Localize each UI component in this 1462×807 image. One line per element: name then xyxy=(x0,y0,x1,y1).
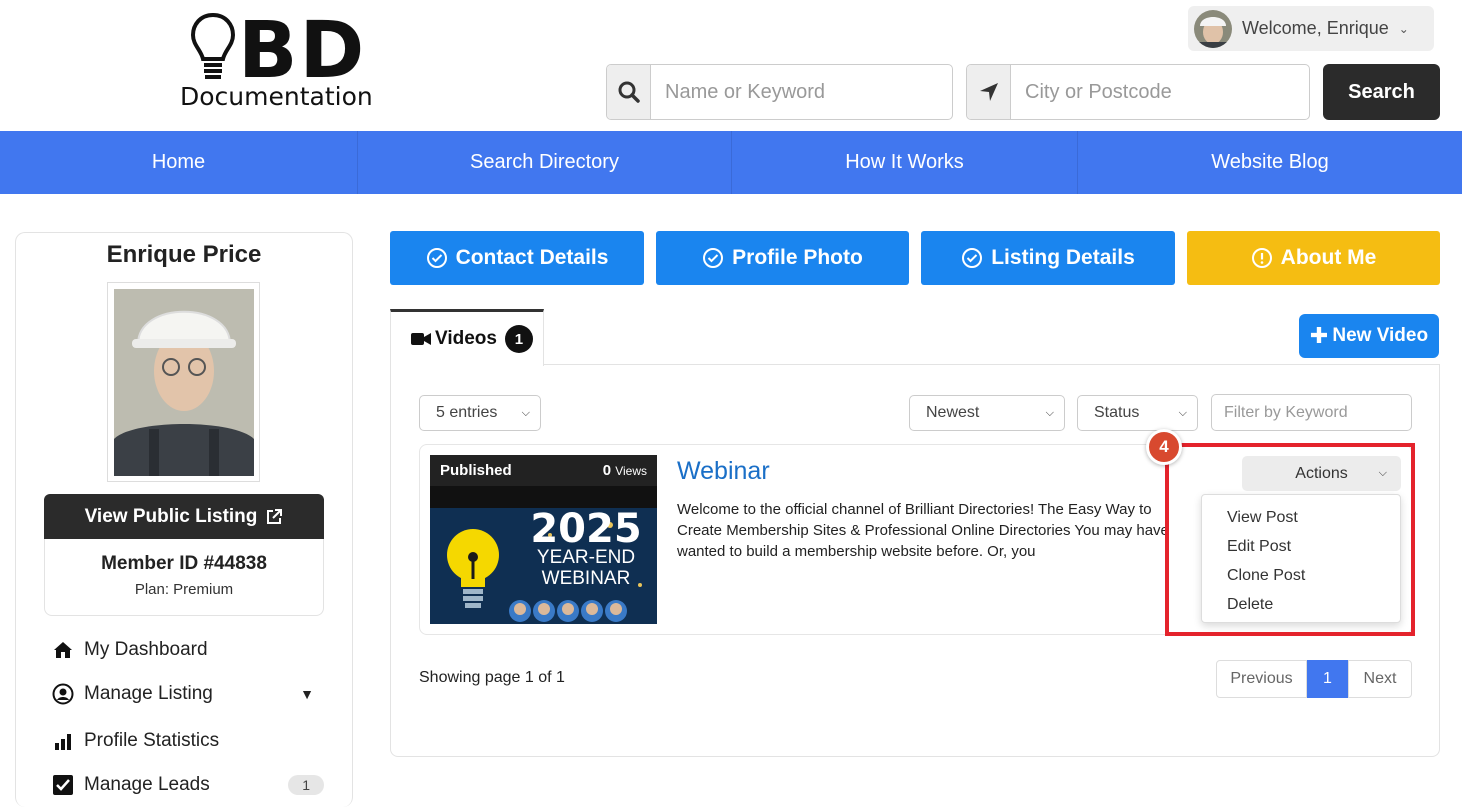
post-views: 0 Views xyxy=(603,462,647,479)
new-video-label: New Video xyxy=(1332,325,1429,346)
step-label: Profile Photo xyxy=(732,246,863,269)
tutorial-highlight-box xyxy=(1165,443,1415,636)
step-profile-photo-button[interactable]: Profile Photo xyxy=(656,231,909,285)
chevron-down-icon: ⌵ xyxy=(1045,406,1054,419)
logo-word: Documentation xyxy=(180,82,373,111)
post-title-link[interactable]: Webinar xyxy=(677,457,770,486)
sidebar-item-label: Manage Listing xyxy=(84,683,213,704)
thumbnail-line1: YEAR-END xyxy=(536,547,636,568)
sort-select-value: Newest xyxy=(926,404,980,421)
panel-divider xyxy=(544,364,1440,365)
home-icon xyxy=(52,639,74,661)
step-label: Listing Details xyxy=(991,246,1135,269)
nav-item-website-blog[interactable]: Website Blog xyxy=(1078,131,1462,194)
post-status-label: Published xyxy=(440,462,512,479)
leads-count-badge: 1 xyxy=(288,775,324,795)
thumbnail-dark-strip xyxy=(430,486,657,508)
external-link-icon xyxy=(267,508,283,524)
step-label: About Me xyxy=(1280,246,1377,269)
view-public-label: View Public Listing xyxy=(84,505,258,527)
sidebar-item-manage-leads[interactable]: Manage Leads 1 xyxy=(52,774,324,796)
sidebar-item-manage-listing[interactable]: Manage Listing ▼ xyxy=(52,683,324,705)
new-video-button[interactable]: ✚ New Video xyxy=(1299,314,1439,358)
member-info: Member ID #44838 Plan: Premium xyxy=(44,539,324,616)
sidebar-item-profile-statistics[interactable]: Profile Statistics xyxy=(52,730,324,752)
filter-keyword-input[interactable] xyxy=(1211,394,1412,431)
user-menu[interactable]: Welcome, Enrique ⌄ xyxy=(1188,6,1434,51)
exclamation-circle-icon xyxy=(1251,248,1272,268)
city-search-input[interactable] xyxy=(1011,65,1309,119)
welcome-text: Welcome, Enrique xyxy=(1242,18,1389,38)
profile-name: Enrique Price xyxy=(106,241,262,268)
check-circle-icon xyxy=(703,248,724,268)
step-contact-details-button[interactable]: Contact Details xyxy=(390,231,644,285)
video-camera-icon xyxy=(411,333,431,345)
step-about-me-button[interactable]: About Me xyxy=(1187,231,1440,285)
pagination-page-1[interactable]: 1 xyxy=(1307,660,1348,698)
bar-chart-icon xyxy=(52,730,74,752)
thumbnail-status-bar: Published 0 Views xyxy=(430,455,657,486)
keyword-search-box xyxy=(606,64,953,120)
entries-select-value: 5 entries xyxy=(436,404,498,421)
nav-item-search-directory[interactable]: Search Directory xyxy=(358,131,732,194)
pagination-previous-button[interactable]: Previous xyxy=(1216,660,1307,698)
city-search-box xyxy=(966,64,1310,120)
site-logo[interactable]: BD Documentation xyxy=(178,6,388,112)
sidebar-item-label: My Dashboard xyxy=(84,639,208,660)
main-nav: Home Search Directory How It Works Websi… xyxy=(0,131,1462,194)
sort-select[interactable]: Newest ⌵ xyxy=(909,395,1065,431)
step-listing-details-button[interactable]: Listing Details xyxy=(921,231,1175,285)
sidebar-item-label: Profile Statistics xyxy=(84,730,220,751)
step-label: Contact Details xyxy=(455,246,609,269)
views-label: Views xyxy=(615,464,647,478)
plus-icon: ✚ xyxy=(1309,323,1329,348)
search-icon xyxy=(607,65,651,119)
keyword-search-input[interactable] xyxy=(651,65,952,119)
entries-select[interactable]: 5 entries ⌵ xyxy=(419,395,541,431)
location-arrow-icon xyxy=(967,65,1011,119)
thumbnail-year: 2025 xyxy=(530,506,642,552)
tab-videos[interactable]: Videos 1 xyxy=(390,309,544,366)
avatar xyxy=(1194,9,1232,48)
sidebar-item-label: Manage Leads xyxy=(84,774,210,795)
check-circle-icon xyxy=(426,248,447,268)
caret-down-icon[interactable]: ▼ xyxy=(300,686,314,702)
view-public-listing-button[interactable]: View Public Listing xyxy=(44,494,324,539)
views-count: 0 xyxy=(602,462,612,479)
chevron-down-icon: ⌄ xyxy=(1398,21,1409,36)
nav-item-home[interactable]: Home xyxy=(0,131,358,194)
search-button[interactable]: Search xyxy=(1323,64,1440,120)
check-circle-icon xyxy=(962,248,983,268)
member-plan: Plan: Premium xyxy=(134,581,234,598)
status-select-value: Status xyxy=(1094,404,1140,421)
nav-item-how-it-works[interactable]: How It Works xyxy=(732,131,1078,194)
member-id: Member ID #44838 xyxy=(101,553,267,574)
thumbnail-line2: WEBINAR xyxy=(541,568,631,589)
status-select[interactable]: Status ⌵ xyxy=(1077,395,1198,431)
tutorial-step-marker: 4 xyxy=(1146,429,1182,465)
post-description: Welcome to the official channel of Brill… xyxy=(677,501,1169,560)
pagination: Previous 1 Next xyxy=(1216,660,1412,698)
tab-label: Videos xyxy=(435,328,497,349)
pagination-next-button[interactable]: Next xyxy=(1348,660,1412,698)
checkbox-icon xyxy=(52,774,74,796)
sidebar-item-my-dashboard[interactable]: My Dashboard xyxy=(52,639,324,661)
profile-photo[interactable] xyxy=(107,282,260,482)
lightbulb-icon xyxy=(190,12,236,79)
chevron-down-icon: ⌵ xyxy=(1178,406,1187,419)
video-thumbnail[interactable]: 2025 YEAR-END WEBINAR Published 0 Views xyxy=(430,455,657,624)
user-circle-icon xyxy=(52,683,74,705)
video-count-badge: 1 xyxy=(504,325,533,353)
chevron-down-icon: ⌵ xyxy=(521,406,530,419)
pagination-info: Showing page 1 of 1 xyxy=(419,669,565,686)
